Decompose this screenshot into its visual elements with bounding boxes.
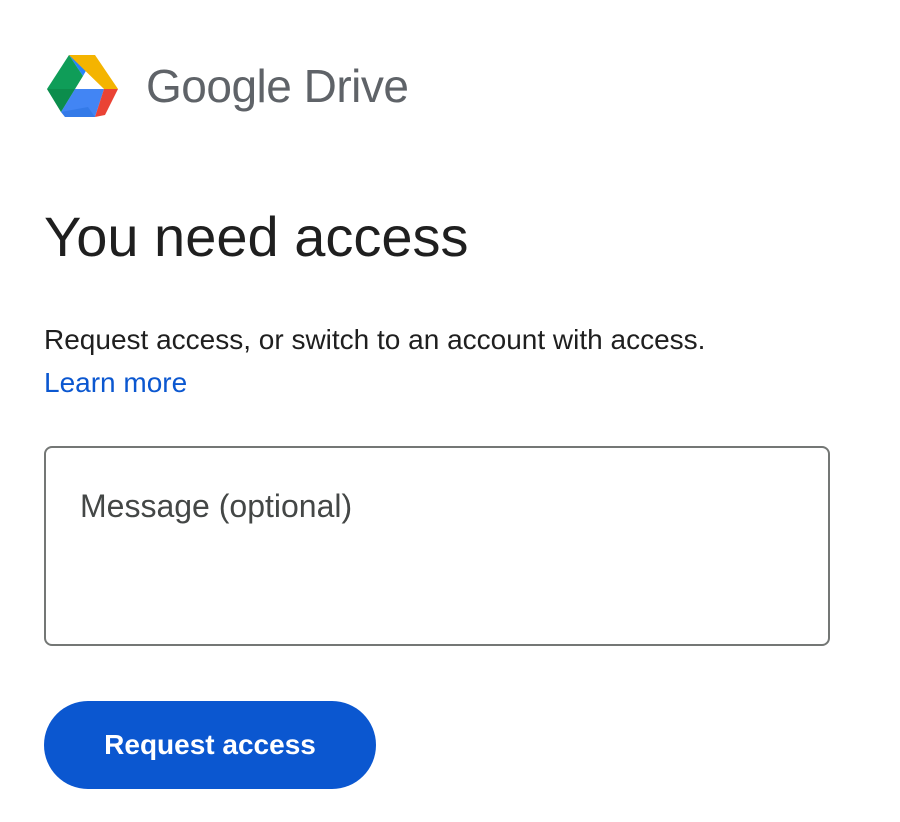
- message-field[interactable]: [44, 446, 830, 646]
- access-description: Request access, or switch to an account …: [44, 318, 705, 405]
- header: Google Drive: [46, 52, 409, 120]
- product-name: Google Drive: [146, 60, 409, 112]
- google-drive-logo-icon: [47, 55, 118, 117]
- message-input[interactable]: [46, 448, 828, 644]
- description-text: Request access, or switch to an account …: [44, 324, 706, 355]
- page-title: You need access: [44, 205, 469, 268]
- request-access-button[interactable]: Request access: [44, 701, 376, 789]
- learn-more-link[interactable]: Learn more: [44, 367, 187, 398]
